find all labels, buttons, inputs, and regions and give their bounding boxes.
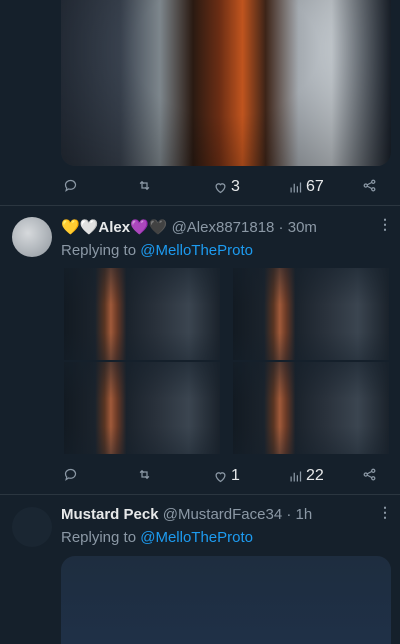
heart-icon: [215, 471, 226, 482]
divider: [0, 205, 400, 206]
views-count: 22: [306, 467, 324, 484]
reply-icon: [64, 179, 77, 192]
replying-to-line: Replying to @MelloTheProto: [61, 529, 253, 546]
like-count: 3: [231, 178, 240, 195]
tweet3-media[interactable]: [61, 556, 391, 644]
display-name[interactable]: Mustard Peck: [61, 506, 159, 523]
timestamp[interactable]: 1h: [296, 506, 313, 523]
like-button[interactable]: 3: [213, 178, 240, 196]
separator: ·: [282, 506, 296, 523]
display-name[interactable]: Alex: [98, 219, 130, 236]
share-button[interactable]: [362, 178, 377, 193]
share-button[interactable]: [362, 467, 377, 482]
emoji-hearts-suffix: 💜🖤: [130, 219, 168, 236]
more-options-icon[interactable]: ⋮: [378, 216, 392, 233]
user-handle[interactable]: @MustardFace34: [163, 506, 282, 523]
retweet-button[interactable]: [137, 178, 155, 193]
media-thumbnail[interactable]: [233, 268, 389, 360]
media-thumbnail[interactable]: [64, 362, 220, 454]
heart-icon: [215, 182, 226, 193]
media-thumbnail[interactable]: [64, 268, 220, 360]
separator: ·: [274, 219, 288, 236]
like-count: 1: [231, 467, 240, 484]
replying-to-label: Replying to: [61, 529, 141, 546]
share-icon: [363, 179, 376, 192]
replying-to-label: Replying to: [61, 242, 141, 259]
views-button[interactable]: 22: [288, 467, 324, 485]
views-icon: [290, 182, 302, 192]
more-options-icon[interactable]: ⋮: [378, 504, 392, 521]
reply-button[interactable]: [63, 467, 81, 482]
retweet-button[interactable]: [137, 467, 155, 482]
views-button[interactable]: 67: [288, 178, 324, 196]
retweet-icon: [139, 469, 150, 480]
divider: [0, 494, 400, 495]
timestamp[interactable]: 30m: [288, 219, 317, 236]
views-count: 67: [306, 178, 324, 195]
like-button[interactable]: 1: [213, 467, 240, 485]
media-thumbnail[interactable]: [233, 362, 389, 454]
avatar[interactable]: [12, 217, 52, 257]
mention-link[interactable]: @MelloTheProto: [140, 529, 253, 546]
tweet1-media[interactable]: [61, 0, 391, 166]
reply-icon: [64, 468, 77, 481]
mention-link[interactable]: @MelloTheProto: [140, 242, 253, 259]
avatar[interactable]: [12, 507, 52, 547]
retweet-icon: [139, 180, 150, 191]
emoji-hearts: 💛🤍: [61, 219, 99, 236]
tweet3-header: Mustard Peck @MustardFace34 · 1h: [61, 506, 312, 523]
user-handle[interactable]: @Alex8871818: [172, 219, 275, 236]
tweet2-header: 💛🤍Alex💜🖤 @Alex8871818 · 30m: [61, 218, 317, 236]
share-icon: [363, 468, 376, 481]
reply-button[interactable]: [63, 178, 81, 193]
views-icon: [290, 471, 302, 481]
replying-to-line: Replying to @MelloTheProto: [61, 242, 253, 259]
